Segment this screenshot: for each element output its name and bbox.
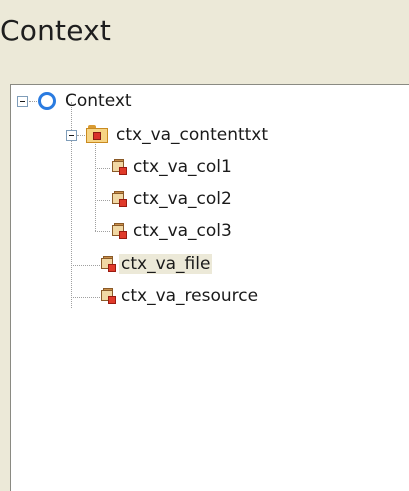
- tree-connector: [95, 200, 110, 201]
- attribute-icon: [112, 191, 128, 209]
- tree-connector: [95, 231, 110, 232]
- tree-connector: [71, 265, 100, 266]
- attribute-icon: [112, 159, 128, 177]
- folder-icon: [86, 124, 108, 144]
- tree-node-ctx-va-col1[interactable]: ctx_va_col1: [131, 157, 234, 177]
- tree-node-ctx-va-resource[interactable]: ctx_va_resource: [119, 286, 260, 306]
- attribute-icon: [101, 256, 117, 274]
- attribute-icon: [112, 223, 128, 241]
- tree-node-context[interactable]: Context: [63, 91, 134, 111]
- context-tree: Context ctx_va_contenttxt ctx_va_col1 ct…: [11, 85, 409, 491]
- tree-connector: [29, 101, 37, 102]
- attribute-icon: [101, 288, 117, 306]
- context-tree-panel: Context ctx_va_contenttxt ctx_va_col1 ct…: [10, 84, 409, 491]
- tree-connector: [95, 137, 96, 231]
- tree-connector: [71, 297, 100, 298]
- tree-connector: [95, 168, 110, 169]
- root-collapse-toggle[interactable]: [17, 96, 28, 107]
- tree-node-ctx-va-file[interactable]: ctx_va_file: [119, 254, 213, 274]
- tree-node-ctx-va-contenttxt[interactable]: ctx_va_contenttxt: [114, 125, 270, 145]
- context-circle-icon: [38, 92, 56, 110]
- panel-title: Context: [0, 14, 112, 47]
- group-collapse-toggle[interactable]: [66, 130, 77, 141]
- tree-node-ctx-va-col3[interactable]: ctx_va_col3: [131, 221, 234, 241]
- tree-node-ctx-va-col2[interactable]: ctx_va_col2: [131, 189, 234, 209]
